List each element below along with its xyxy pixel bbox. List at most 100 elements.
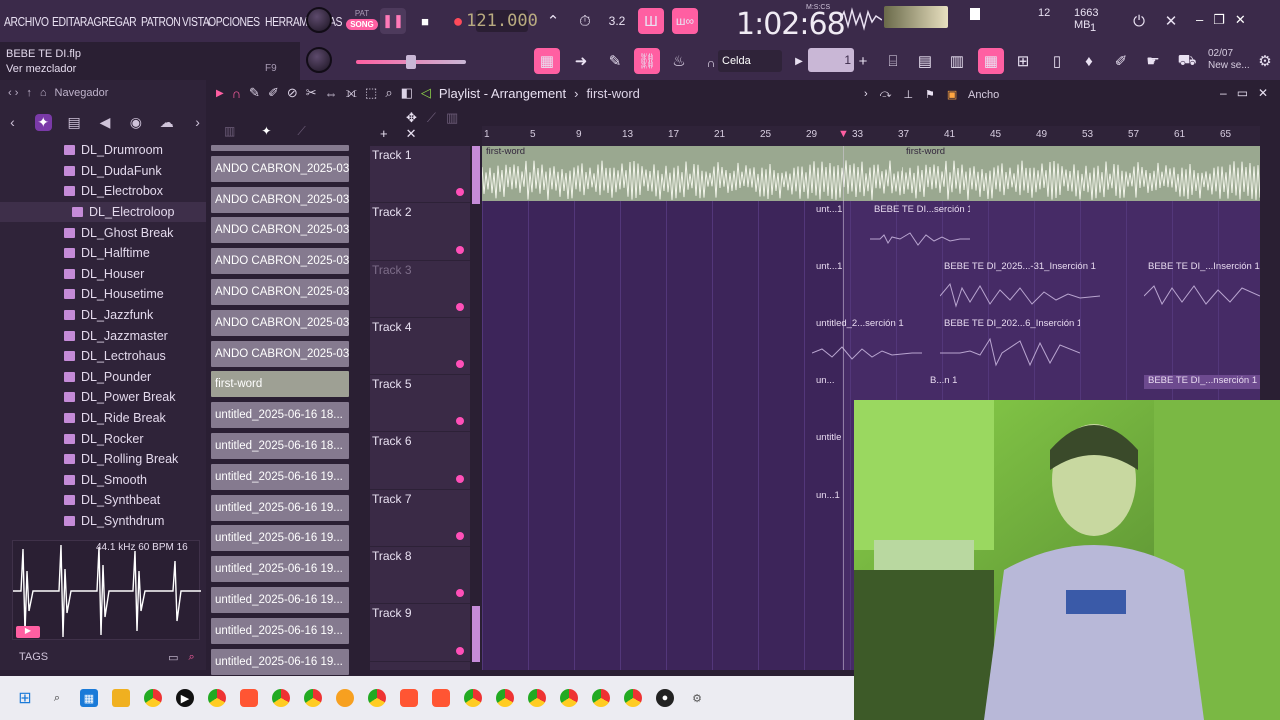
track-enable-led[interactable] [456, 589, 464, 598]
track-enable-led[interactable] [456, 646, 464, 655]
clip-list-item[interactable]: ANDO CABRON_2025-03-... [211, 217, 349, 244]
playlist-view-icon[interactable]: ▦ [978, 48, 1004, 74]
playlist-clip[interactable]: un...1 [812, 490, 854, 545]
track-header[interactable]: Track 6 [370, 432, 470, 490]
track-scrollbar[interactable] [472, 146, 480, 204]
mute-icon[interactable]: ✂ [306, 85, 317, 101]
settings-icon[interactable]: ⚙ [1252, 48, 1278, 74]
chevron-left-icon[interactable]: ‹ [4, 114, 21, 130]
brave-icon[interactable] [400, 689, 418, 707]
playlist-clip[interactable]: BEBE TE DI_202...6_Inserción 1 [940, 318, 1080, 373]
master-volume-knob[interactable] [306, 7, 332, 33]
track-scrollbar-bottom[interactable] [472, 606, 480, 662]
playlist-clip[interactable]: first-word [902, 146, 1260, 201]
playlist-clip[interactable]: BEBE TE DI_2025...-31_Inserción 1 [940, 261, 1100, 316]
plus-icon[interactable]: + [850, 48, 876, 74]
browser-folder-item[interactable]: DL_Electrobox [0, 181, 206, 202]
up-icon[interactable]: ↑ [26, 87, 32, 99]
remove-track-icon[interactable]: ✕ [406, 126, 417, 142]
file-explorer-icon[interactable] [112, 689, 130, 707]
track-header[interactable]: Track 5 [370, 375, 470, 433]
speaker-icon[interactable]: ◀ [97, 114, 114, 131]
link-icon[interactable]: ⛓ [634, 48, 660, 74]
wait-input-icon[interactable]: ⏱ [572, 8, 598, 34]
browser-folder-item[interactable]: DL_Drumroom [0, 140, 206, 161]
channel-rack-icon[interactable]: ▤ [912, 48, 938, 74]
plugin-db-icon[interactable]: ◉ [127, 114, 144, 131]
stop-button[interactable]: ■ [412, 8, 438, 34]
playhead-marker-icon[interactable]: ▼ [838, 128, 849, 140]
power-icon[interactable]: ⏻ [1126, 8, 1152, 34]
piano-roll-icon[interactable]: ▥ [944, 48, 970, 74]
search-icon[interactable]: ⌕ [189, 651, 195, 664]
clip-list-item[interactable]: ANDO CABRON_2025-03-... [211, 340, 349, 367]
snap-select[interactable]: Celda [718, 50, 782, 72]
typing-keyboard-icon[interactable]: ♨ [666, 48, 692, 74]
tempo-display[interactable]: 121.000 [466, 10, 538, 32]
browser-folder-item[interactable]: DL_Jazzfunk [0, 305, 206, 326]
track-header[interactable]: Track 9 [370, 604, 470, 662]
browser-folder-item[interactable]: DL_Lectrohaus [0, 346, 206, 367]
browser-folder-item[interactable]: DL_Housetime [0, 284, 206, 305]
paint-icon[interactable]: ✐ [268, 85, 279, 101]
calculator-icon[interactable]: ▦ [80, 689, 98, 707]
chrome-icon[interactable] [368, 689, 386, 707]
chevron-right-icon[interactable]: › [189, 114, 206, 130]
loop-record-icon[interactable]: ш∞ [672, 8, 698, 34]
menu-pattern[interactable]: PATRON [141, 14, 181, 29]
track-header[interactable]: Track 2 [370, 203, 470, 261]
playlist-clip[interactable]: untitled_2...serción 1 [812, 318, 922, 373]
track-header[interactable]: Track 8 [370, 547, 470, 605]
search-icon[interactable]: ⌕ [48, 689, 66, 707]
chrome-icon[interactable] [528, 689, 546, 707]
delete-icon[interactable]: ⊘ [287, 85, 298, 101]
clip-list-item[interactable]: ANDO CABRON_2025-03-... [211, 309, 349, 336]
chrome-icon[interactable] [592, 689, 610, 707]
mixer-icon[interactable]: ⌸ [880, 48, 906, 74]
pattern-song-toggle[interactable]: PAT SONG [346, 8, 378, 38]
browser-icon[interactable]: ⊞ [1010, 48, 1036, 74]
playlist-clip[interactable]: unt...1 [812, 261, 872, 316]
browser-folder-item[interactable]: DL_Rocker [0, 428, 206, 449]
magnet-snap-icon[interactable]: ∩ [232, 86, 241, 101]
browser-folder-item[interactable]: DL_Halftime [0, 243, 206, 264]
step-edit-icon[interactable]: Ш [638, 8, 664, 34]
clip-list-item[interactable]: untitled_2025-06-16 18... [211, 432, 349, 459]
playlist-clip[interactable]: unt...1 [812, 204, 870, 259]
file-icon[interactable]: ▯ [1044, 48, 1070, 74]
track-enable-led[interactable] [456, 417, 464, 426]
chrome-icon[interactable] [208, 689, 226, 707]
jump-icon[interactable]: ⤼ [880, 88, 892, 101]
menu-add[interactable]: AGREGAR [87, 14, 137, 29]
clip-list-item[interactable]: first-word [211, 371, 349, 398]
folder-icon[interactable]: ▤ [66, 114, 83, 131]
menu-view[interactable]: VISTA [182, 14, 210, 29]
track-enable-led[interactable] [456, 188, 464, 197]
home-icon[interactable]: ⌂ [40, 87, 47, 99]
minimize-icon[interactable]: – [1220, 86, 1227, 100]
browser-folder-item[interactable]: DL_Smooth [0, 470, 206, 491]
metronome-icon[interactable]: ⌃ [540, 8, 566, 34]
flag-icon[interactable]: ⚑ [925, 88, 935, 101]
track-grid-icon[interactable]: ▥ [446, 110, 458, 126]
playback-icon[interactable]: ◧ [401, 85, 413, 101]
track-header[interactable]: Track 4 [370, 318, 470, 376]
chrome-icon[interactable] [624, 689, 642, 707]
slider-handle[interactable] [406, 55, 416, 69]
brave-icon[interactable] [240, 689, 258, 707]
brush-icon[interactable]: ✎ [602, 48, 628, 74]
media-player-icon[interactable]: ▶ [176, 689, 194, 707]
chrome-icon[interactable] [272, 689, 290, 707]
clip-list-item[interactable]: untitled_2025-06-16 19... [211, 556, 349, 583]
arrangement-icon[interactable]: ◁ [421, 85, 431, 101]
windows-start-icon[interactable]: ⊞ [16, 689, 34, 707]
track-enable-led[interactable] [456, 474, 464, 483]
menu-edit[interactable]: EDITAR [52, 14, 87, 29]
audio-clip-icon[interactable]: ✦ [261, 124, 271, 138]
track-arrows-icon[interactable]: ✥ [406, 110, 417, 126]
chevron-right-icon[interactable]: › [864, 88, 868, 101]
browser-folder-item[interactable]: DL_Synthbeat [0, 490, 206, 511]
clip-list-item[interactable]: untitled_2025-06-16 19... [211, 617, 349, 644]
clip-list-item[interactable]: untitled_2025-06-16 19... [211, 586, 349, 613]
preview-play-icon[interactable]: ▶ [16, 626, 40, 638]
